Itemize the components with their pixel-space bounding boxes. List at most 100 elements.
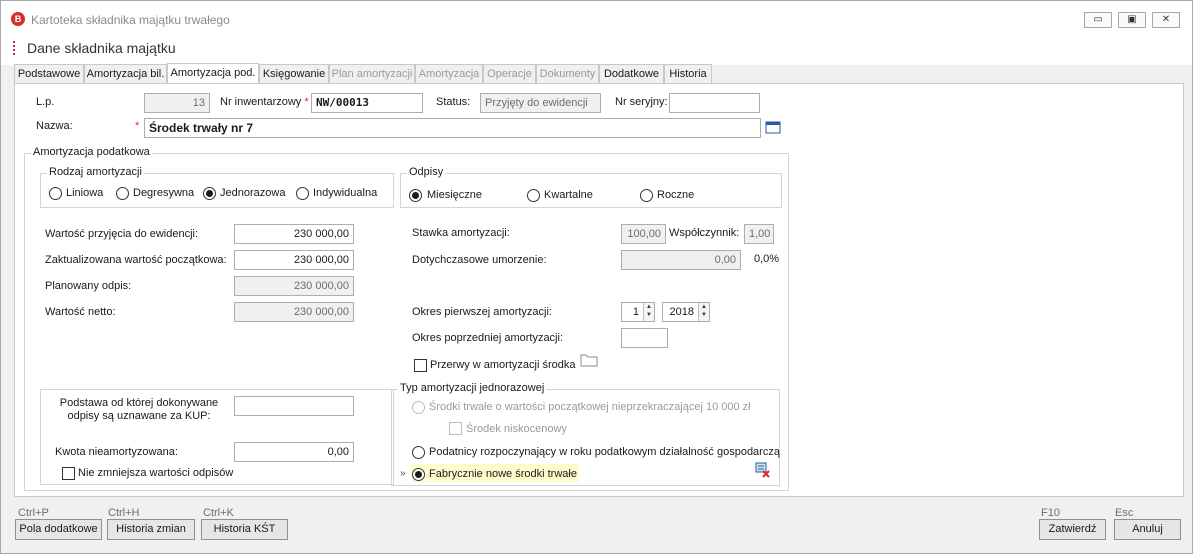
wartosc-przyjecia-field[interactable]: 230 000,00 (234, 224, 354, 244)
podstawa-kup-field[interactable] (234, 396, 354, 416)
spin-up-icon[interactable]: ▲ (701, 304, 707, 310)
niskocenowy-label[interactable]: Środek niskocenowy (466, 423, 567, 435)
okres-month-spinner[interactable]: ▲ ▼ (643, 303, 654, 321)
przerwy-label[interactable]: Przerwy w amortyzacji środka (430, 359, 575, 371)
tab-amortyzacja-pod[interactable]: Amortyzacja pod. (167, 63, 259, 85)
zaktualizowana-label: Zaktualizowana wartość początkowa: (45, 254, 227, 266)
radio-roczne[interactable] (640, 189, 653, 202)
odpisy-group: Odpisy Miesięczne Kwartalne Roczne (400, 166, 782, 208)
spin-up-icon[interactable]: ▲ (646, 304, 652, 310)
folder-gray-icon[interactable] (580, 353, 598, 367)
lp-field[interactable]: 13 (144, 93, 210, 113)
wartosc-netto-field: 230 000,00 (234, 302, 354, 322)
lp-label: L.p. (36, 96, 55, 108)
okres-month-field[interactable]: 1 ▲ ▼ (621, 302, 655, 322)
nie-zmniejsza-label[interactable]: Nie zmniejsza wartości odpisów (78, 467, 233, 479)
tab-dodatkowe[interactable]: Dodatkowe (599, 64, 664, 84)
radio-kwartalne-label[interactable]: Kwartalne (544, 189, 593, 201)
zatwierdz-button[interactable]: Zatwierdź (1039, 519, 1106, 540)
typ-amortyzacji-group: Typ amortyzacji jednorazowej Środki trwa… (391, 382, 780, 486)
folder-icon[interactable] (765, 120, 781, 134)
wspolczynnik-field: 1,00 (744, 224, 774, 244)
nazwa-field[interactable]: Środek trwały nr 7 (144, 118, 761, 138)
radio-liniowa-label[interactable]: Liniowa (66, 187, 103, 199)
tab-historia[interactable]: Historia (664, 64, 712, 84)
radio-miesieczne-label[interactable]: Miesięczne (427, 189, 482, 201)
spin-down-icon[interactable]: ▼ (701, 312, 707, 318)
radio-jednorazowa-label[interactable]: Jednorazowa (220, 187, 285, 199)
header-accent-bar (13, 41, 15, 55)
planowany-odpis-label: Planowany odpis: (45, 280, 132, 292)
radio-indywidualna[interactable] (296, 187, 309, 200)
tab-ksiegowanie[interactable]: Księgowanie (259, 64, 329, 84)
umorzenie-percent: 0,0% (754, 253, 780, 265)
kwota-nieamortyzowana-label: Kwota nieamortyzowana: (55, 446, 178, 458)
zaktualizowana-field[interactable]: 230 000,00 (234, 250, 354, 270)
radio-typ-10000-label[interactable]: Środki trwałe o wartości początkowej nie… (429, 401, 751, 413)
okres-poprzedniej-field[interactable] (621, 328, 668, 348)
radio-indywidualna-label[interactable]: Indywidualna (313, 187, 377, 199)
app-logo-icon: B (11, 12, 25, 26)
minimize-button[interactable]: ▭ (1084, 12, 1112, 28)
radio-typ-fabrycznie-nowe-label[interactable]: Fabrycznie nowe środki trwałe (429, 468, 577, 480)
radio-degresywna-label[interactable]: Degresywna (133, 187, 194, 199)
spin-down-icon[interactable]: ▼ (646, 312, 652, 318)
anuluj-button[interactable]: Anuluj (1114, 519, 1181, 540)
nr-seryjny-label: Nr seryjny: (615, 96, 668, 108)
pola-dodatkowe-button[interactable]: Pola dodatkowe (15, 519, 102, 540)
dialog-window: B Kartoteka składnika majątku trwałego ▭… (0, 0, 1193, 554)
okres-pierwszej-label: Okres pierwszej amortyzacji: (412, 306, 552, 318)
nie-zmniejsza-checkbox[interactable] (62, 467, 75, 480)
maximize-button[interactable]: ▣ (1118, 12, 1146, 28)
rodzaj-amortyzacji-group: Rodzaj amortyzacji Liniowa Degresywna Je… (40, 166, 394, 208)
okres-year-field[interactable]: 2018 ▲ ▼ (662, 302, 710, 322)
radio-liniowa[interactable] (49, 187, 62, 200)
okres-year-value: 2018 (669, 306, 694, 318)
okres-poprzedniej-label: Okres poprzedniej amortyzacji: (412, 332, 564, 344)
niskocenowy-checkbox[interactable] (449, 422, 462, 435)
nr-inwentarzowy-field[interactable]: NW/00013 (311, 93, 423, 113)
tab-podstawowe[interactable]: Podstawowe (14, 64, 84, 84)
nr-seryjny-field[interactable] (669, 93, 760, 113)
tab-amortyzacja-bil[interactable]: Amortyzacja bil. (84, 64, 167, 84)
tab-plan-amortyzacji[interactable]: Plan amortyzacji (329, 64, 415, 84)
radio-jednorazowa[interactable] (203, 187, 216, 200)
radio-typ-fabrycznie-nowe[interactable] (412, 468, 425, 481)
nazwa-label: Nazwa: (36, 120, 73, 132)
umorzenie-field: 0,00 (621, 250, 741, 270)
tab-dokumenty[interactable]: Dokumenty (536, 64, 599, 84)
clear-filter-icon[interactable] (755, 462, 771, 478)
radio-typ-podatnicy-label[interactable]: Podatnicy rozpoczynający w roku podatkow… (429, 446, 780, 458)
radio-roczne-label[interactable]: Roczne (657, 189, 694, 201)
hotkey-historia-zmian: Ctrl+H (108, 507, 140, 519)
tab-amortyzacja[interactable]: Amortyzacja (415, 64, 483, 84)
radio-typ-podatnicy[interactable] (412, 446, 425, 459)
amortyzacja-podatkowa-group: Amortyzacja podatkowa Rodzaj amortyzacji… (24, 146, 789, 491)
close-button[interactable]: ✕ (1152, 12, 1180, 28)
nr-inwentarzowy-label: Nr inwentarzowy * (220, 96, 309, 108)
window-title: Kartoteka składnika majątku trwałego (31, 13, 230, 27)
okres-year-spinner[interactable]: ▲ ▼ (698, 303, 709, 321)
typ-amortyzacji-title: Typ amortyzacji jednorazowej (398, 382, 547, 394)
status-field: Przyjęty do ewidencji (480, 93, 601, 113)
podstawa-kup-label: Podstawa od której dokonywane odpisy są … (59, 397, 219, 422)
wspolczynnik-label: Współczynnik: (669, 227, 740, 239)
tab-panel: L.p. 13 Nr inwentarzowy * NW/00013 Statu… (14, 83, 1184, 497)
radio-miesieczne[interactable] (409, 189, 422, 202)
nazwa-required-mark: * (135, 120, 140, 132)
hotkey-anuluj: Esc (1115, 507, 1134, 519)
amortyzacja-podatkowa-title: Amortyzacja podatkowa (31, 146, 152, 158)
title-bar: B Kartoteka składnika majątku trwałego ▭… (1, 1, 1192, 29)
radio-kwartalne[interactable] (527, 189, 540, 202)
hotkey-historia-kst: Ctrl+K (203, 507, 234, 519)
historia-kst-button[interactable]: Historia KŚT (201, 519, 288, 540)
tab-operacje[interactable]: Operacje (483, 64, 536, 84)
radio-degresywna[interactable] (116, 187, 129, 200)
historia-zmian-button[interactable]: Historia zmian (107, 519, 195, 540)
przerwy-checkbox[interactable] (414, 359, 427, 372)
page-title: Dane składnika majątku (27, 40, 176, 56)
stawka-field: 100,00 (621, 224, 666, 244)
kwota-nieamortyzowana-field[interactable]: 0,00 (234, 442, 354, 462)
radio-typ-10000[interactable] (412, 401, 425, 414)
hotkey-zatwierdz: F10 (1041, 507, 1060, 519)
